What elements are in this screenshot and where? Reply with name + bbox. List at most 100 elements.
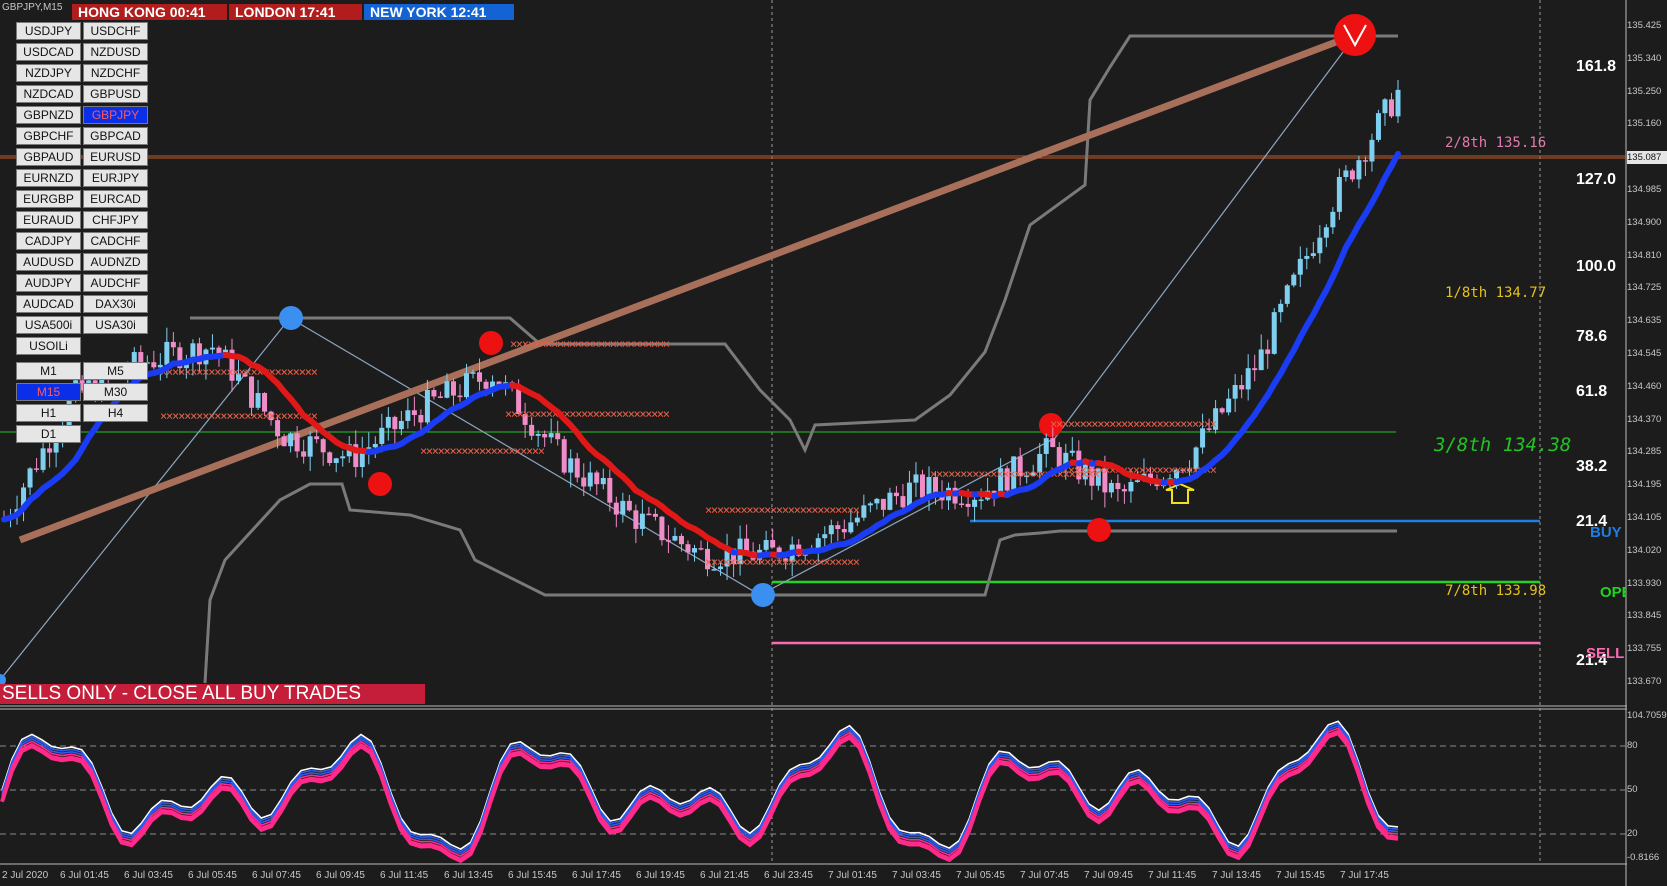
candle-body (483, 381, 489, 389)
symbol-button-gbpcad[interactable]: GBPCAD (83, 127, 148, 145)
trade-banner: SELLS ONLY - CLOSE ALL BUY TRADES (0, 684, 425, 704)
symbol-button-eurnzd[interactable]: EURNZD (16, 169, 81, 187)
timeframe-button-m30[interactable]: M30 (83, 383, 148, 401)
trading-chart[interactable]: ×××××××××××××××× ×××××××× ××××××××××××××××… (0, 0, 1667, 886)
symbol-button-eurusd[interactable]: EURUSD (83, 148, 148, 166)
time-axis-tick: 6 Jul 21:45 (700, 870, 749, 881)
symbol-button-euraud[interactable]: EURAUD (16, 211, 81, 229)
timeframe-button-m5[interactable]: M5 (83, 362, 148, 380)
time-axis-tick: 6 Jul 15:45 (508, 870, 557, 881)
price-axis-tick: 134.900 (1627, 216, 1662, 228)
candle-body (457, 395, 463, 398)
candle-body (1323, 227, 1329, 238)
candle-body (418, 415, 424, 423)
candle-body (887, 492, 893, 510)
fib-label: 100.0 (1576, 258, 1617, 275)
symbol-button-nzdcad[interactable]: NZDCAD (16, 85, 81, 103)
candle-body (294, 433, 300, 452)
symbol-button-audnzd[interactable]: AUDNZD (83, 253, 148, 271)
session-clock: NEW YORK 12:41 (364, 4, 514, 20)
candle-body (27, 468, 33, 488)
candle-body (548, 433, 554, 438)
candle-body (581, 477, 587, 487)
side-label: BUY (1590, 524, 1622, 541)
candle-body (893, 492, 899, 497)
candle-body (639, 513, 645, 529)
price-axis-tick: 135.340 (1627, 52, 1662, 64)
symbol-button-audcad[interactable]: AUDCAD (16, 295, 81, 313)
candle-body (1043, 438, 1049, 454)
symbol-button-gbpchf[interactable]: GBPCHF (16, 127, 81, 145)
symbol-button-gbpaud[interactable]: GBPAUD (16, 148, 81, 166)
signal-dot-blue (751, 583, 775, 607)
symbol-button-usdcad[interactable]: USDCAD (16, 43, 81, 61)
symbol-button-eurcad[interactable]: EURCAD (83, 190, 148, 208)
x-mark-band: ×××××××××××××××××××××××××× (705, 503, 860, 517)
time-axis-tick: 7 Jul 09:45 (1084, 870, 1133, 881)
candle-body (1226, 398, 1232, 413)
candle-body (900, 496, 906, 508)
timeframe-button-h4[interactable]: H4 (83, 404, 148, 422)
symbol-button-gbpusd[interactable]: GBPUSD (83, 85, 148, 103)
symbol-button-audusd[interactable]: AUDUSD (16, 253, 81, 271)
candle-body (672, 535, 678, 541)
price-axis-tick: 134.985 (1627, 184, 1662, 195)
candle-body (1239, 385, 1245, 390)
oscillator-axis-tick: -0.8166 (1627, 852, 1660, 863)
symbol-button-gbpnzd[interactable]: GBPNZD (16, 106, 81, 124)
symbol-button-audjpy[interactable]: AUDJPY (16, 274, 81, 292)
timeframe-button-m1[interactable]: M1 (16, 362, 81, 380)
candle-body (646, 513, 652, 516)
signal-dot-red (1334, 14, 1376, 56)
candle-body (1297, 258, 1303, 275)
symbol-button-eurjpy[interactable]: EURJPY (83, 169, 148, 187)
candle-body (841, 529, 847, 533)
murrey-level-label: 2/8th 135.16 (1445, 135, 1547, 151)
symbol-button-chfjpy[interactable]: CHFJPY (83, 211, 148, 229)
candle-body (594, 472, 600, 485)
candle-body (1395, 89, 1401, 117)
candle-body (1134, 480, 1140, 482)
candle-body (379, 427, 385, 444)
candle-body (170, 341, 176, 348)
candle-body (535, 433, 541, 436)
timeframe-button-d1[interactable]: D1 (16, 425, 81, 443)
symbol-button-nzdchf[interactable]: NZDCHF (83, 64, 148, 82)
candle-body (431, 390, 437, 397)
candle-body (1317, 237, 1323, 254)
candle-body (711, 569, 717, 571)
signal-dot-blue (279, 306, 303, 330)
symbol-button-cadjpy[interactable]: CADJPY (16, 232, 81, 250)
timeframe-button-h1[interactable]: H1 (16, 404, 81, 422)
time-axis-tick: 2 Jul 2020 (2, 870, 49, 881)
candle-body (574, 458, 580, 478)
symbol-button-nzdusd[interactable]: NZDUSD (83, 43, 148, 61)
candle-body (437, 396, 443, 398)
candle-body (1245, 368, 1251, 390)
symbol-button-usa500i[interactable]: USA500i (16, 316, 81, 334)
candle-body (1121, 489, 1127, 492)
candle-body (913, 474, 919, 483)
candle-body (919, 474, 925, 498)
candle-body (411, 410, 417, 416)
symbol-button-usdchf[interactable]: USDCHF (83, 22, 148, 40)
price-axis-tick: 134.810 (1627, 249, 1662, 261)
signal-dot-red (368, 472, 392, 496)
candle-body (47, 448, 53, 453)
candle-body (209, 347, 215, 350)
symbol-button-usa30i[interactable]: USA30i (83, 316, 148, 334)
murrey-level-label: 1/8th 134.77 (1445, 285, 1547, 301)
symbol-button-nzdjpy[interactable]: NZDJPY (16, 64, 81, 82)
timeframe-button-m15[interactable]: M15 (16, 383, 81, 401)
price-chart[interactable]: ×××××××××××××××× ××××××××××××××××××××××××… (0, 0, 1667, 886)
candle-body (1330, 211, 1336, 228)
symbol-button-usoili[interactable]: USOILi (16, 337, 81, 355)
symbol-button-eurgbp[interactable]: EURGBP (16, 190, 81, 208)
symbol-button-audchf[interactable]: AUDCHF (83, 274, 148, 292)
symbol-button-usdjpy[interactable]: USDJPY (16, 22, 81, 40)
symbol-button-dax30i[interactable]: DAX30i (83, 295, 148, 313)
symbol-button-cadchf[interactable]: CADCHF (83, 232, 148, 250)
symbol-button-gbpjpy[interactable]: GBPJPY (83, 106, 148, 124)
candle-body (835, 525, 841, 530)
side-label: OPEN (1600, 584, 1626, 601)
